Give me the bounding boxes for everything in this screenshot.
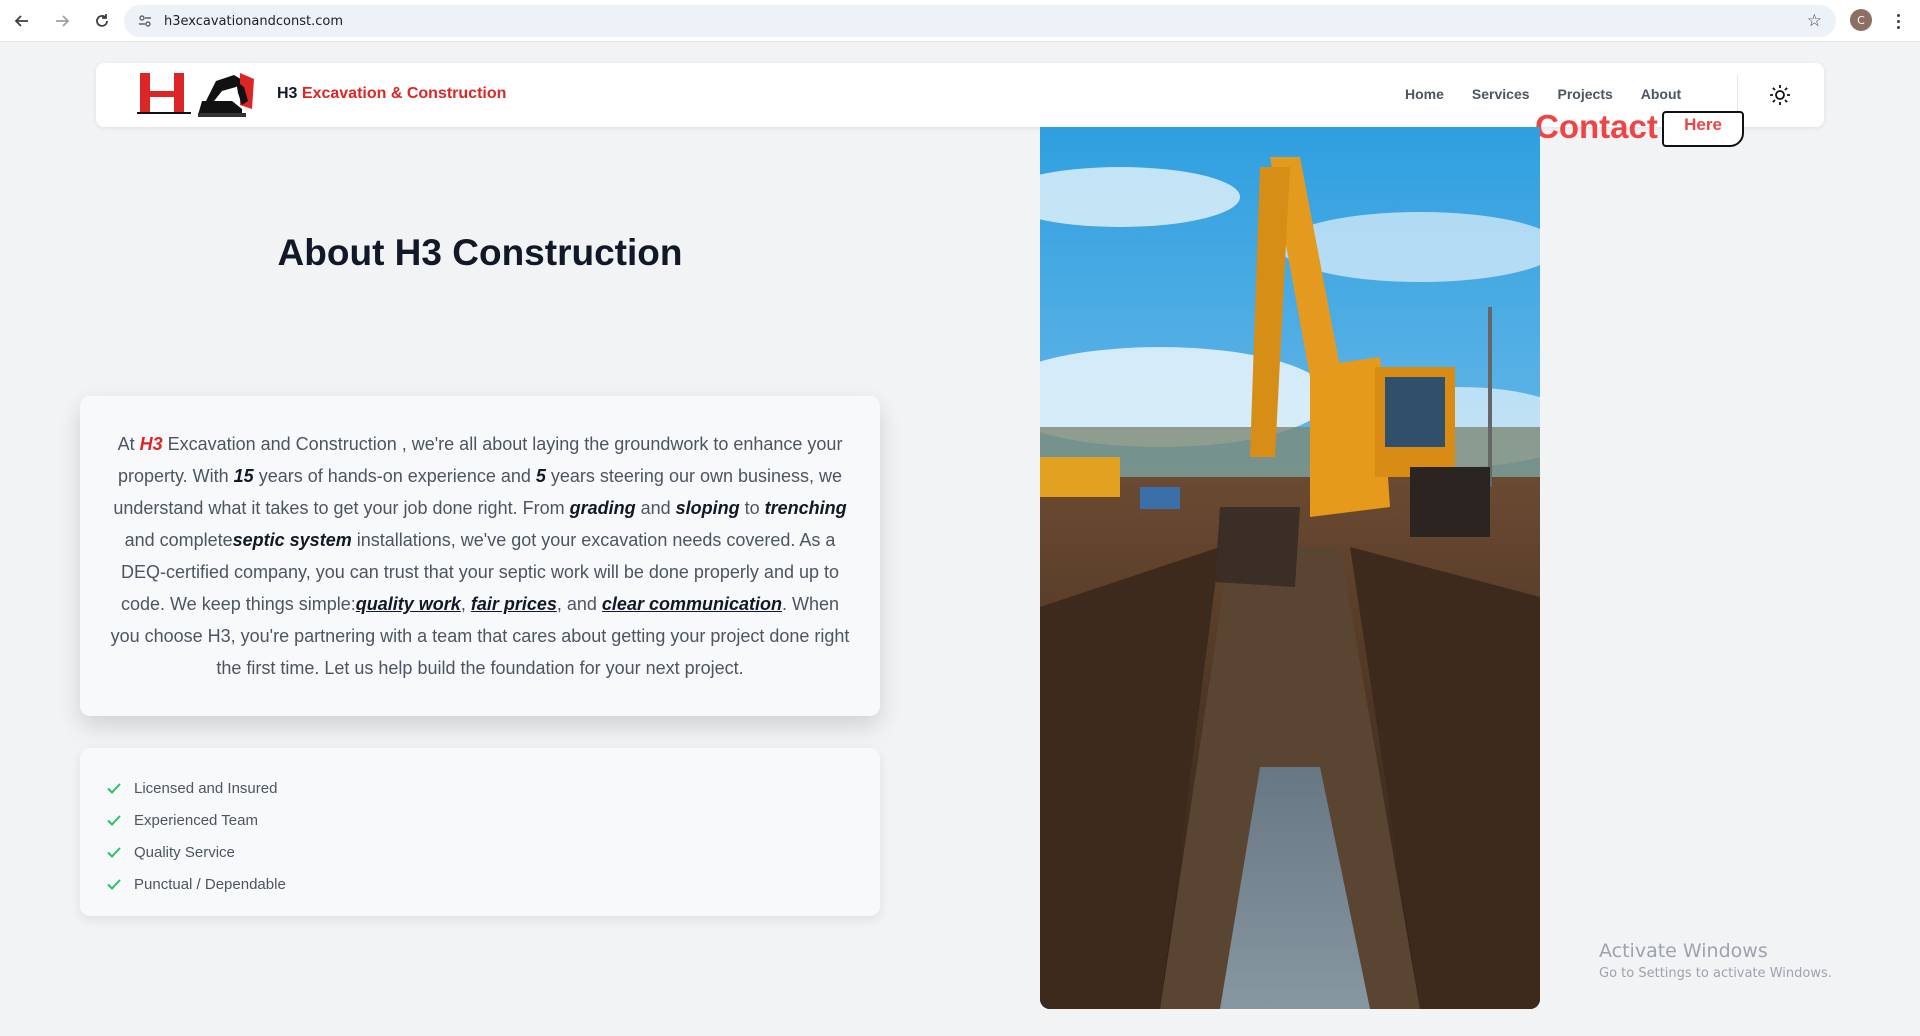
value-clear: clear communication: [601, 594, 782, 614]
check-icon: [107, 847, 121, 858]
features-card: Licensed and Insured Experienced Team Qu…: [80, 748, 880, 916]
activation-subtitle: Go to Settings to activate Windows.: [1599, 966, 1832, 981]
service-septic: septic system: [232, 530, 352, 550]
text-4: and: [635, 498, 676, 518]
activation-title: Activate Windows: [1599, 940, 1768, 962]
profile-avatar[interactable]: C: [1850, 9, 1872, 31]
feature-label: Quality Service: [134, 843, 235, 861]
check-icon: [107, 879, 121, 890]
feature-label: Licensed and Insured: [134, 779, 278, 797]
back-icon[interactable]: [4, 3, 40, 39]
url-text[interactable]: h3excavationandconst.com: [164, 14, 343, 29]
text-at: At: [117, 434, 140, 454]
list-item: Licensed and Insured: [106, 772, 854, 804]
browser-toolbar: h3excavationandconst.com ☆ C: [0, 0, 1920, 42]
about-title: About H3 Construction: [277, 232, 683, 273]
text-5: to: [739, 498, 765, 518]
text-8: , and: [556, 594, 602, 614]
nav-projects[interactable]: Projects: [1558, 86, 1613, 102]
forward-icon[interactable]: [44, 3, 80, 39]
about-card: At H3 Excavation and Construction , we'r…: [80, 396, 880, 716]
feature-label: Punctual / Dependable: [134, 875, 286, 893]
star-icon[interactable]: ☆: [1807, 11, 1822, 31]
nav-services[interactable]: Services: [1472, 86, 1530, 102]
brand-suffix: Excavation & Construction: [301, 85, 507, 102]
brand-highlight: H3: [139, 434, 163, 454]
text-comma: ,: [460, 594, 471, 614]
check-icon: [107, 783, 121, 794]
service-trenching: trenching: [764, 498, 847, 518]
features-list: Licensed and Insured Experienced Team Qu…: [106, 772, 854, 900]
brand-prefix: H3: [277, 85, 298, 102]
list-item: Quality Service: [106, 836, 854, 868]
contact-here-button[interactable]: Here: [1662, 111, 1744, 147]
check-icon: [107, 815, 121, 826]
service-grading: grading: [569, 498, 636, 518]
text-2: years of hands-on experience and: [253, 466, 536, 486]
years-business: 5: [535, 466, 546, 486]
list-item: Experienced Team: [106, 804, 854, 836]
nav-about[interactable]: About: [1641, 86, 1681, 102]
header-divider: [1737, 75, 1738, 115]
main-nav: Home Services Projects About: [1405, 86, 1681, 102]
about-paragraph: At H3 Excavation and Construction , we'r…: [108, 428, 852, 684]
windows-activation-watermark: Activate Windows Go to Settings to activ…: [1599, 940, 1832, 981]
h3-logo[interactable]: [136, 69, 260, 121]
value-quality: quality work: [355, 594, 461, 614]
menu-kebab-icon[interactable]: [1888, 8, 1908, 34]
text-6: and complete: [124, 530, 233, 550]
value-fair: fair prices: [470, 594, 557, 614]
site-info-icon[interactable]: [136, 12, 154, 30]
reload-icon[interactable]: [84, 3, 120, 39]
nav-home[interactable]: Home: [1405, 86, 1444, 102]
brand-name[interactable]: H3 Excavation & Construction: [277, 85, 506, 103]
feature-label: Experienced Team: [134, 811, 258, 829]
sun-icon[interactable]: [1768, 83, 1792, 107]
excavator-image: [1040, 127, 1540, 1009]
list-item: Punctual / Dependable: [106, 868, 854, 900]
years-experience: 15: [233, 466, 254, 486]
address-bar[interactable]: h3excavationandconst.com ☆: [124, 5, 1836, 37]
service-sloping: sloping: [675, 498, 740, 518]
contact-link[interactable]: Contact: [1535, 108, 1658, 146]
